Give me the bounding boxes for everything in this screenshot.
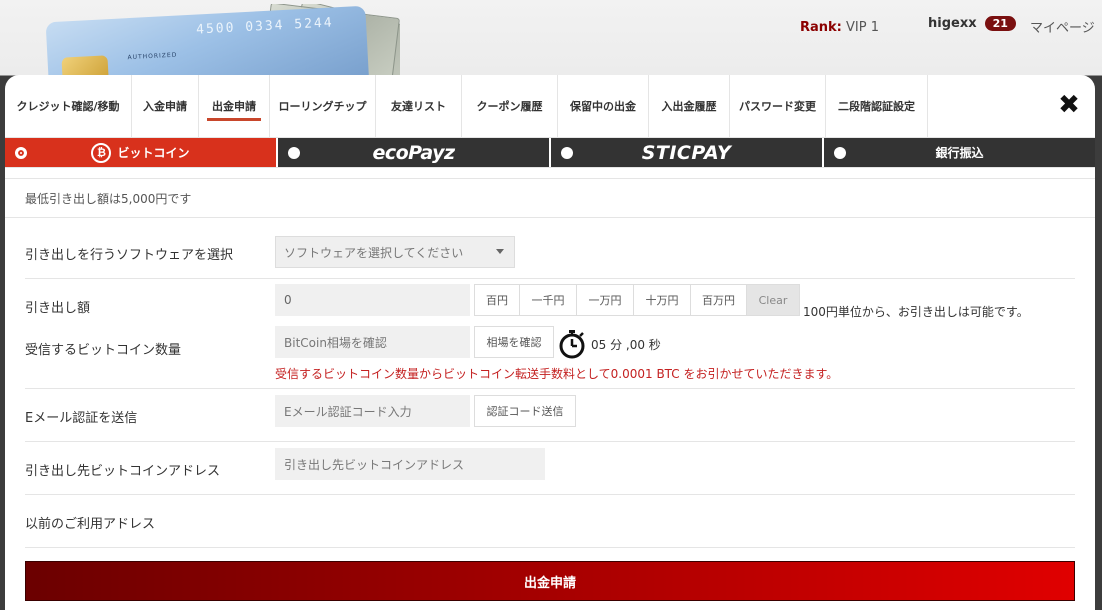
- tab-rolling-chip[interactable]: ローリングチップ: [270, 75, 376, 137]
- bitcoin-label: ビットコイン: [117, 146, 190, 160]
- account-menu-tabs: クレジット確認/移動 入金申請 出金申請 ローリングチップ 友達リスト クーポン…: [5, 75, 1095, 138]
- rank-value: VIP 1: [846, 20, 880, 35]
- address-row: 引き出し先ビットコインアドレス 引き出し先ビットコインアドレス: [25, 442, 1075, 495]
- check-rate-button[interactable]: 相場を確認: [474, 326, 554, 358]
- amount-note: 100円単位から、お引き出しは可能です。: [803, 305, 1029, 319]
- timer-text: 05 分 ,00 秒: [591, 337, 661, 352]
- ecopayz-logo: ecoPayz: [372, 141, 455, 164]
- clear-button[interactable]: Clear: [746, 284, 800, 316]
- username: higexx: [928, 16, 977, 31]
- submit-withdrawal-button[interactable]: 出金申請: [25, 561, 1075, 601]
- bank-transfer-label: 銀行振込: [935, 146, 984, 160]
- tab-deposit[interactable]: 入金申請: [132, 75, 199, 137]
- software-label: 引き出しを行うソフトウェアを選択: [25, 248, 234, 263]
- bitcoin-icon: ₿: [91, 142, 112, 163]
- sticpay-logo: STICPAY: [641, 141, 732, 164]
- amount-100-button[interactable]: 百円: [474, 284, 520, 316]
- tab-withdrawal[interactable]: 出金申請: [199, 75, 270, 137]
- tab-pending-withdrawal[interactable]: 保留中の出金: [558, 75, 649, 137]
- card-number: 4500 0334 5244: [195, 15, 334, 38]
- btc-fee-warning: 受信するビットコイン数量からビットコイン転送手数料として0.0001 BTC を…: [275, 367, 839, 381]
- payment-method-tabs: ₿ ビットコイン ecoPayz STICPAY 銀行振込: [5, 138, 1095, 168]
- caret-down-icon: [496, 249, 504, 254]
- card-authorized-text: AUTHORIZED: [127, 51, 178, 62]
- email-label: Eメール認証を送信: [25, 411, 138, 426]
- tab-bitcoin[interactable]: ₿ ビットコイン: [5, 138, 278, 167]
- tab-two-factor[interactable]: 二段階認証設定: [826, 75, 928, 137]
- tab-coupon-history[interactable]: クーポン履歴: [462, 75, 558, 137]
- close-icon[interactable]: ✖: [1057, 92, 1081, 118]
- mypage-link[interactable]: マイページ: [1030, 17, 1095, 36]
- amount-label: 引き出し額: [25, 301, 91, 316]
- radio-selected-icon: [15, 147, 27, 159]
- withdrawal-form: 引き出しを行うソフトウェアを選択 ソフトウェアを選択してください 引き出し額 0…: [5, 218, 1095, 548]
- btc-address-input[interactable]: 引き出し先ビットコインアドレス: [275, 448, 545, 480]
- tab-transaction-history[interactable]: 入出金履歴: [649, 75, 730, 137]
- radio-icon: [561, 147, 573, 159]
- software-row: 引き出しを行うソフトウェアを選択 ソフトウェアを選択してください: [25, 218, 1075, 279]
- email-code-input[interactable]: Eメール認証コード入力: [275, 395, 470, 427]
- radio-icon: [288, 147, 300, 159]
- amount-row: 引き出し額 0 百円 一千円 一万円 十万円 百万円 Clear 100円単位か…: [25, 279, 1075, 389]
- withdrawal-modal: クレジット確認/移動 入金申請 出金申請 ローリングチップ 友達リスト クーポン…: [5, 75, 1095, 610]
- amount-10000-button[interactable]: 一万円: [576, 284, 634, 316]
- banner-card-image: 4500 0334 5244 AUTHORIZED: [40, 4, 400, 79]
- tab-ecopayz[interactable]: ecoPayz: [278, 138, 551, 167]
- software-select[interactable]: ソフトウェアを選択してください: [275, 236, 515, 268]
- previous-address-label: 以前のご利用アドレス: [25, 517, 156, 532]
- rank-label: Rank:: [800, 20, 842, 35]
- notification-badge[interactable]: 21: [984, 16, 1016, 31]
- software-select-placeholder: ソフトウェアを選択してください: [284, 245, 464, 260]
- minimum-withdrawal-notice: 最低引き出し額は5,000円です: [5, 179, 1095, 218]
- tab-friends[interactable]: 友達リスト: [376, 75, 462, 137]
- amount-input[interactable]: 0: [275, 284, 470, 316]
- rate-timer: 05 分 ,00 秒: [557, 329, 661, 359]
- send-code-button[interactable]: 認証コード送信: [474, 395, 576, 427]
- tab-bank-transfer[interactable]: 銀行振込: [824, 138, 1095, 167]
- stopwatch-icon: [559, 330, 585, 359]
- btc-amount-input[interactable]: BitCoin相場を確認: [275, 326, 470, 358]
- address-label: 引き出し先ビットコインアドレス: [25, 464, 221, 479]
- tab-password-change[interactable]: パスワード変更: [730, 75, 826, 137]
- credit-card-image: 4500 0334 5244 AUTHORIZED: [45, 5, 371, 79]
- amount-100000-button[interactable]: 十万円: [633, 284, 691, 316]
- tab-credit-transfer[interactable]: クレジット確認/移動: [5, 75, 132, 137]
- previous-address-row: 以前のご利用アドレス: [25, 495, 1075, 548]
- btc-amount-label: 受信するビットコイン数量: [25, 343, 182, 358]
- amount-1000-button[interactable]: 一千円: [519, 284, 577, 316]
- email-row: Eメール認証を送信 Eメール認証コード入力 認証コード送信: [25, 389, 1075, 442]
- radio-icon: [834, 147, 846, 159]
- tab-sticpay[interactable]: STICPAY: [551, 138, 824, 167]
- rank-display: Rank: VIP 1: [800, 20, 879, 35]
- amount-1000000-button[interactable]: 百万円: [690, 284, 747, 316]
- user-info[interactable]: higexx 21: [928, 16, 1016, 31]
